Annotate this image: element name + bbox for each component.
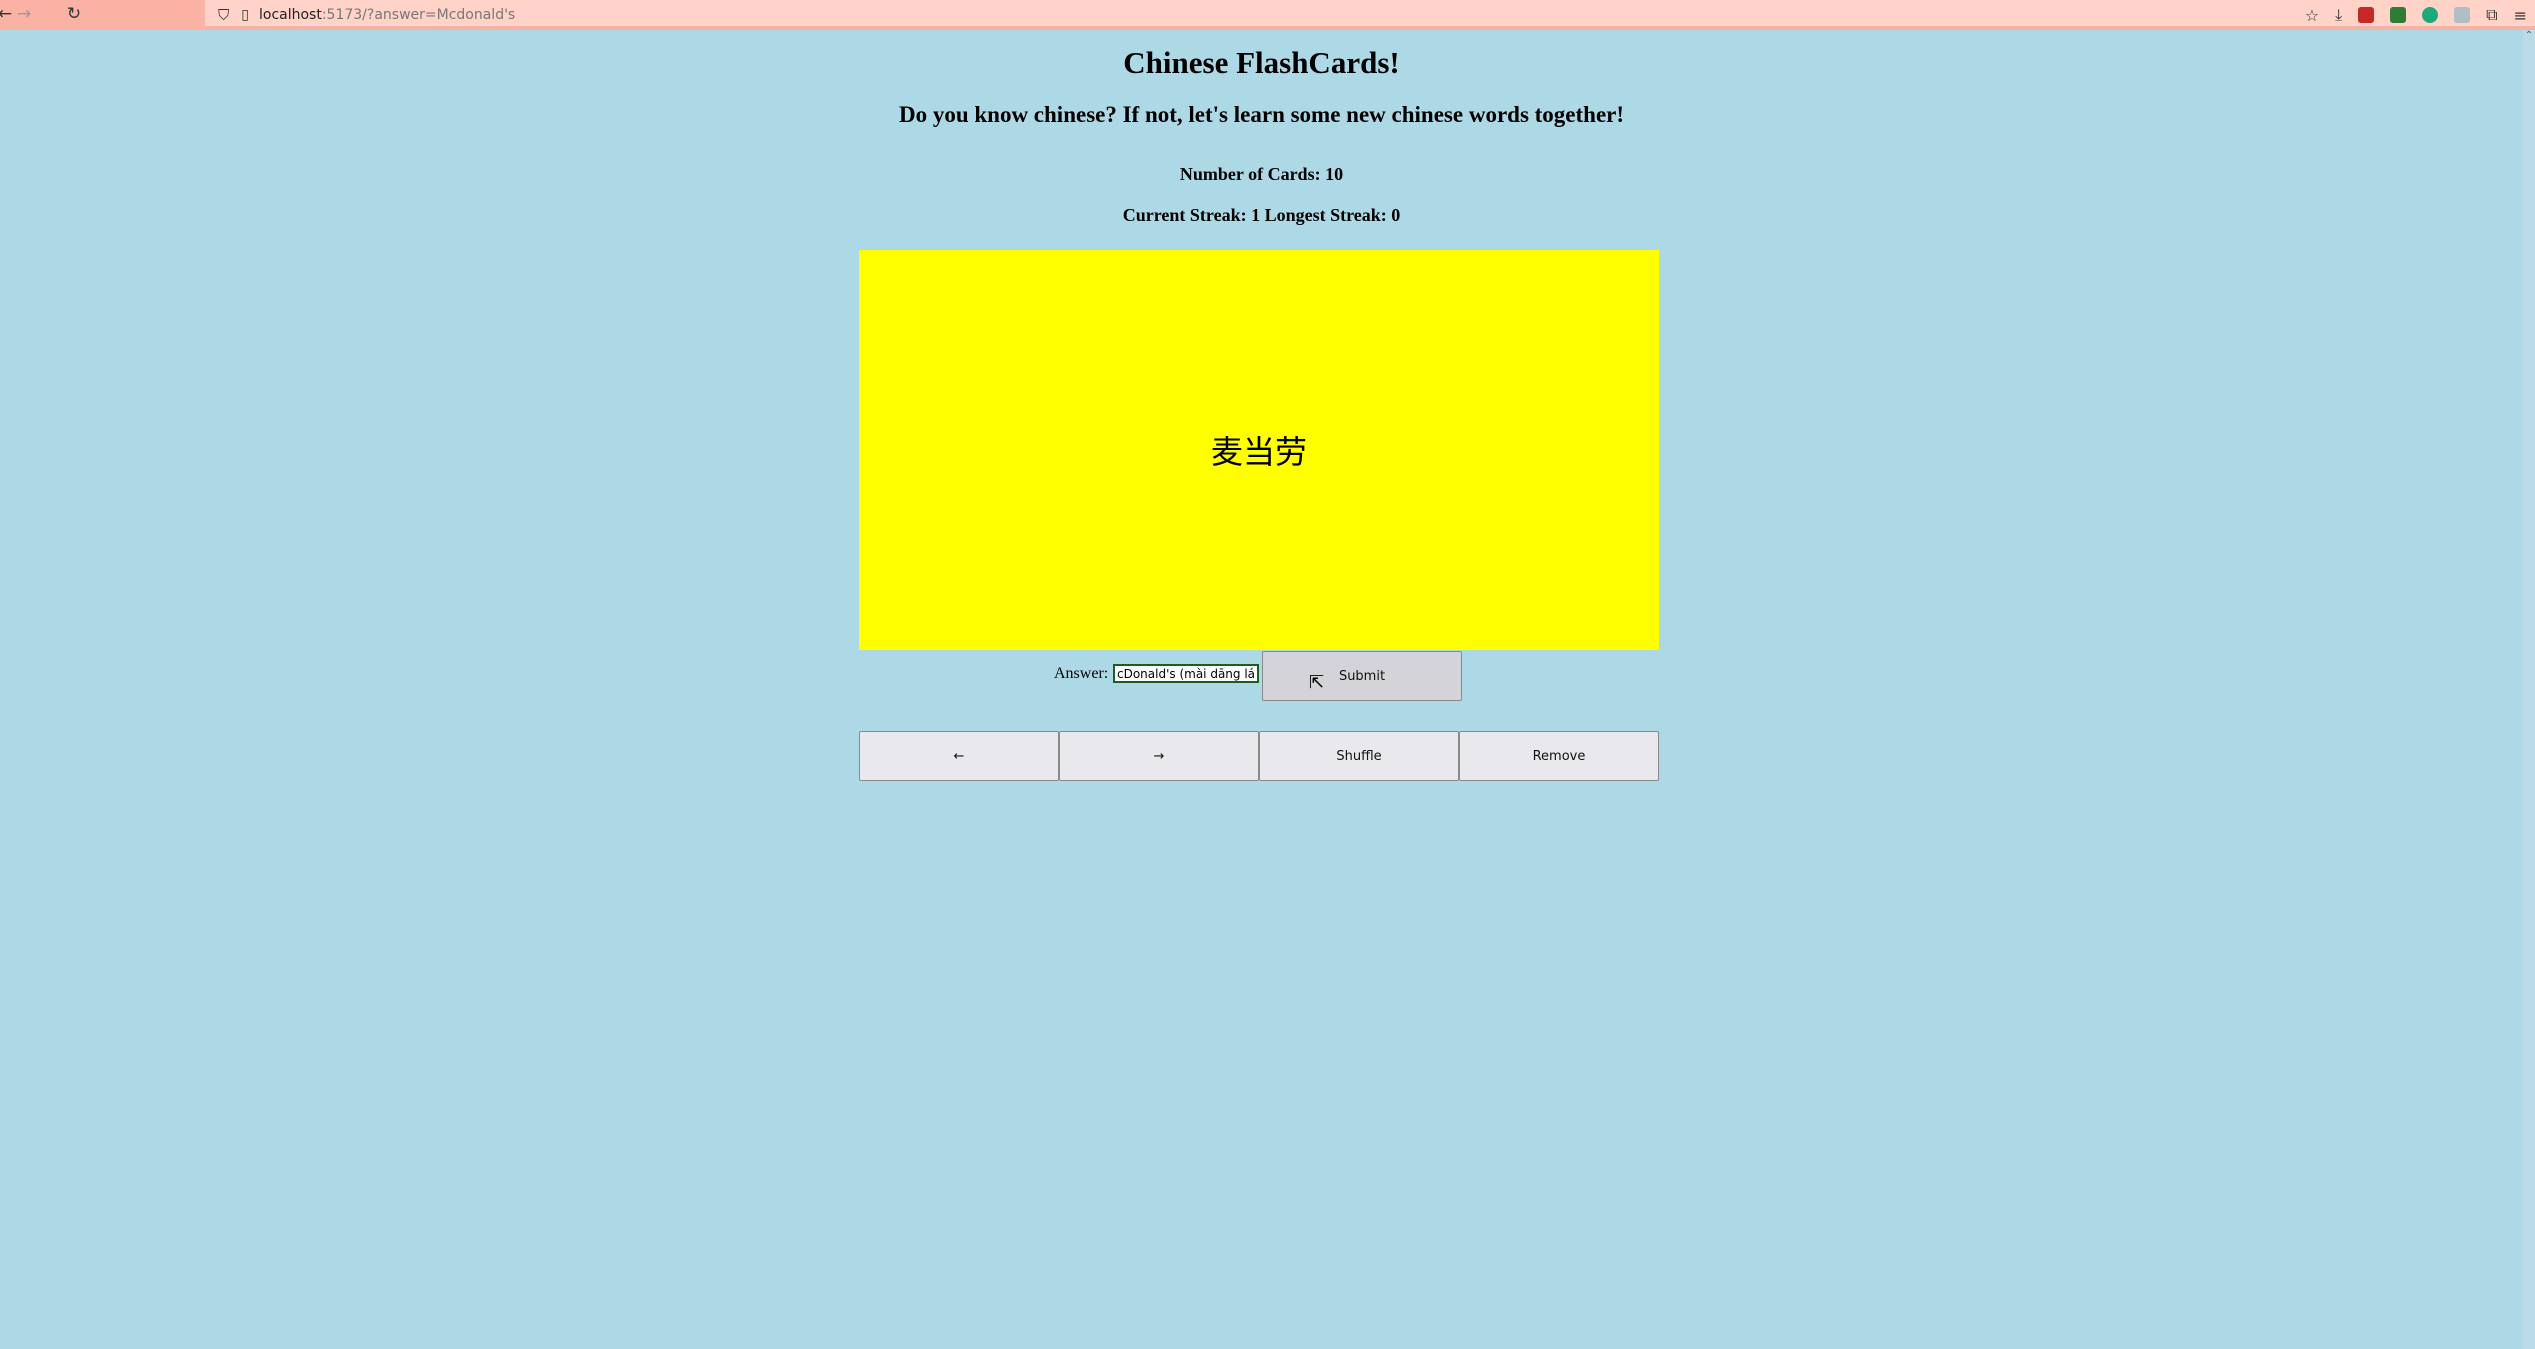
page-info-icon[interactable]: ▯ — [241, 7, 249, 23]
extension-e-icon[interactable] — [2390, 7, 2407, 23]
submit-button[interactable]: Submit — [1262, 651, 1462, 701]
streak-info: Current Streak: 1 Longest Streak: 0 — [1122, 205, 1401, 225]
vertical-scrollbar[interactable]: ⌃ — [2523, 30, 2535, 1349]
extensions-puzzle-icon[interactable]: ⧉ — [2486, 5, 2497, 25]
flashcard-app: Chinese FlashCards! Do you know chinese?… — [0, 30, 2523, 781]
flashcard[interactable]: 麦当劳 — [859, 250, 1659, 650]
extension-gray-icon[interactable] — [2454, 7, 2471, 23]
bookmark-star-icon[interactable]: ☆ — [2305, 6, 2319, 25]
answer-form: Answer: Submit — [0, 651, 2523, 701]
previous-card-button[interactable]: ← — [859, 731, 1059, 781]
next-card-button[interactable]: → — [1059, 731, 1259, 781]
shield-icon[interactable]: ⛉ — [218, 6, 229, 24]
download-icon[interactable]: ⤓ — [2335, 5, 2342, 25]
browser-toolbar: ← → ↻ ⛉ ▯ localhost:5173/?answer=Mcdonal… — [0, 0, 2535, 30]
shuffle-button[interactable]: Shuffle — [1259, 731, 1459, 781]
url-host: localhost — [258, 6, 322, 23]
page-subtitle: Do you know chinese? If not, let's learn… — [898, 102, 1625, 127]
remove-button[interactable]: Remove — [1459, 731, 1659, 781]
flashcard-text: 麦当劳 — [1210, 434, 1307, 470]
extension-grammarly-icon[interactable] — [2422, 7, 2439, 23]
scroll-up-icon[interactable]: ⌃ — [2523, 30, 2535, 41]
mouse-cursor-icon: ⇱ — [1309, 672, 1325, 693]
page-title: Chinese FlashCards! — [1123, 45, 1400, 80]
address-bar[interactable]: ⛉ ▯ localhost:5173/?answer=Mcdonald's — [212, 2, 2232, 27]
card-count: Number of Cards: 10 — [1179, 164, 1344, 184]
answer-label: Answer: — [1054, 665, 1109, 682]
answer-input[interactable] — [1113, 664, 1259, 683]
card-controls: ← → Shuffle Remove — [859, 731, 1659, 781]
reload-icon[interactable]: ↻ — [63, 3, 85, 25]
menu-icon[interactable]: ≡ — [2514, 6, 2527, 25]
forward-icon[interactable]: → — [13, 3, 35, 25]
toolbar-icons: ☆ ⤓ ⧉ ≡ — [2305, 3, 2535, 27]
extension-shield-icon[interactable] — [2358, 7, 2375, 23]
url-path: :5173/?answer=Mcdonald's — [321, 6, 516, 23]
